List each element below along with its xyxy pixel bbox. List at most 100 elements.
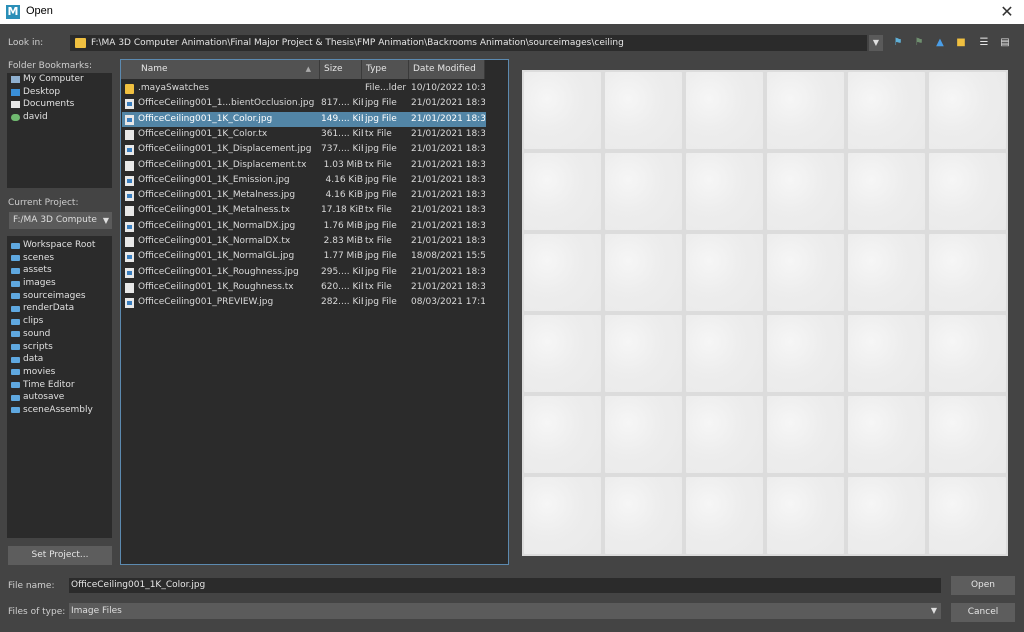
file-name-input[interactable]: OfficeCeiling001_1K_Color.jpg bbox=[69, 578, 941, 593]
ceiling-tile bbox=[605, 153, 682, 230]
current-project-select[interactable]: F:/MA 3D Compute ▼ bbox=[9, 212, 112, 229]
folder-icon bbox=[11, 318, 20, 325]
look-in-label: Look in: bbox=[8, 38, 44, 48]
workspace-item[interactable]: clips bbox=[7, 315, 112, 328]
bookmark-desktop[interactable]: Desktop bbox=[7, 86, 112, 99]
file-type: jpg File bbox=[365, 266, 397, 277]
set-project-button[interactable]: Set Project... bbox=[8, 546, 112, 565]
file-row[interactable]: OfficeCeiling001_1K_Metalness.tx 17.18 Ki… bbox=[122, 203, 486, 218]
file-name: OfficeCeiling001_1K_Roughness.jpg bbox=[138, 266, 299, 277]
workspace-item[interactable]: images bbox=[7, 277, 112, 290]
file-row[interactable]: OfficeCeiling001_1K_Displacement.tx 1.03 … bbox=[122, 158, 486, 173]
bookmark-my-computer[interactable]: My Computer bbox=[7, 73, 112, 86]
bookmark-david[interactable]: david bbox=[7, 111, 112, 124]
up-folder-icon[interactable]: ▲ bbox=[933, 36, 947, 50]
file-type-value: Image Files bbox=[71, 606, 122, 616]
file-date: 18/08/2021 15:57 bbox=[411, 251, 485, 262]
title-bar: M Open ✕ bbox=[0, 0, 1024, 24]
file-type: tx File bbox=[365, 236, 392, 246]
file-icon bbox=[125, 252, 134, 263]
file-type: tx File bbox=[365, 281, 392, 292]
workspace-item[interactable]: Time Editor bbox=[7, 379, 112, 392]
file-row[interactable]: OfficeCeiling001_1...bientOcclusion.jpg 8… bbox=[122, 96, 486, 111]
file-size: 620.... KiB bbox=[321, 281, 363, 292]
folder-icon bbox=[11, 407, 20, 414]
workspace-item[interactable]: assets bbox=[7, 264, 112, 277]
workspace-item[interactable]: scenes bbox=[7, 252, 112, 265]
file-icon bbox=[125, 191, 134, 202]
workspace-item[interactable]: sourceimages bbox=[7, 290, 112, 303]
file-type-select[interactable]: Image Files ▼ bbox=[69, 603, 941, 619]
file-list[interactable]: Name ▲ Size Type Date Modified .mayaSwatc… bbox=[120, 59, 509, 565]
file-type: tx File bbox=[365, 159, 392, 170]
workspace-item[interactable]: sceneAssembly bbox=[7, 404, 112, 417]
close-icon[interactable]: ✕ bbox=[990, 0, 1024, 24]
file-icon bbox=[125, 298, 134, 309]
file-type: jpg File bbox=[365, 98, 397, 109]
image-preview bbox=[522, 70, 1008, 556]
file-name: OfficeCeiling001_1K_Metalness.jpg bbox=[138, 190, 296, 201]
current-project-label: Current Project: bbox=[8, 198, 79, 208]
computer-icon bbox=[11, 76, 20, 83]
file-type: tx File bbox=[365, 205, 392, 216]
file-row[interactable]: OfficeCeiling001_1K_Color.tx 361.... KiB t… bbox=[122, 127, 486, 142]
bookmark-documents[interactable]: Documents bbox=[7, 98, 112, 111]
file-icon bbox=[125, 99, 134, 110]
column-type[interactable]: Type bbox=[362, 60, 409, 79]
file-date: 21/01/2021 18:33 bbox=[411, 113, 485, 124]
file-row[interactable]: OfficeCeiling001_PREVIEW.jpg 282.... KiB j… bbox=[122, 295, 486, 310]
workspace-item[interactable]: scripts bbox=[7, 341, 112, 354]
chevron-down-icon: ▼ bbox=[930, 606, 937, 615]
file-name: OfficeCeiling001_1K_NormalDX.tx bbox=[138, 236, 291, 246]
file-name: OfficeCeiling001_1K_Displacement.tx bbox=[138, 159, 307, 170]
ceiling-tile bbox=[929, 153, 1006, 230]
file-date: 21/01/2021 18:34 bbox=[411, 236, 485, 246]
back-icon[interactable]: ⚑ bbox=[891, 36, 905, 50]
file-type: jpg File bbox=[365, 220, 397, 231]
file-name: OfficeCeiling001_1...bientOcclusion.jpg bbox=[138, 98, 315, 109]
folder-icon bbox=[11, 293, 20, 300]
new-folder-icon[interactable]: ■ bbox=[954, 36, 968, 50]
file-row[interactable]: OfficeCeiling001_1K_Metalness.jpg 4.16 Ki… bbox=[122, 188, 486, 203]
file-date: 21/01/2021 18:34 bbox=[411, 174, 485, 185]
ceiling-tile bbox=[767, 396, 844, 473]
file-name: OfficeCeiling001_PREVIEW.jpg bbox=[138, 297, 274, 308]
workspace-item[interactable]: movies bbox=[7, 366, 112, 379]
workspace-item[interactable]: Workspace Root bbox=[7, 239, 112, 252]
file-icon bbox=[125, 129, 134, 140]
forward-icon[interactable]: ⚑ bbox=[912, 36, 926, 50]
file-row[interactable]: OfficeCeiling001_1K_NormalDX.tx 2.83 MiB t… bbox=[122, 234, 486, 249]
column-name[interactable]: Name ▲ bbox=[121, 60, 320, 79]
ceiling-tile bbox=[767, 234, 844, 311]
detail-view-icon[interactable]: ▤ bbox=[998, 36, 1012, 50]
open-button[interactable]: Open bbox=[951, 576, 1015, 595]
ceiling-tile bbox=[524, 153, 601, 230]
workspace-item[interactable]: sound bbox=[7, 328, 112, 341]
file-row[interactable]: OfficeCeiling001_1K_Color.jpg 149.... KiB… bbox=[122, 111, 486, 127]
workspace-item[interactable]: renderData bbox=[7, 302, 112, 315]
file-row[interactable]: OfficeCeiling001_1K_NormalDX.jpg 1.76 MiB… bbox=[122, 219, 486, 234]
file-name: OfficeCeiling001_1K_Displacement.jpg bbox=[138, 144, 312, 155]
file-icon bbox=[125, 175, 134, 186]
file-size: 1.77 MiB bbox=[323, 251, 363, 262]
cancel-button[interactable]: Cancel bbox=[951, 603, 1015, 622]
file-name: OfficeCeiling001_1K_Color.tx bbox=[138, 128, 268, 139]
ceiling-tile bbox=[929, 477, 1006, 554]
look-in-dropdown-arrow[interactable]: ▼ bbox=[869, 35, 883, 51]
file-row[interactable]: .mayaSwatches File...lder 10/10/2022 10:35 bbox=[122, 81, 486, 96]
workspace-item[interactable]: autosave bbox=[7, 391, 112, 404]
file-row[interactable]: OfficeCeiling001_1K_Displacement.jpg 737.… bbox=[122, 142, 486, 157]
ceiling-tile bbox=[524, 72, 601, 149]
column-size[interactable]: Size bbox=[320, 60, 362, 79]
list-view-icon[interactable]: ☰ bbox=[977, 36, 991, 50]
look-in-path-field[interactable]: F:\MA 3D Computer Animation\Final Major … bbox=[70, 35, 867, 51]
workspace-folder-list: Workspace Root scenes assets images sour… bbox=[7, 236, 112, 538]
file-row[interactable]: OfficeCeiling001_1K_Roughness.jpg 295....… bbox=[122, 265, 486, 280]
file-list-header: Name ▲ Size Type Date Modified bbox=[121, 60, 485, 79]
workspace-item[interactable]: data bbox=[7, 353, 112, 366]
folder-icon bbox=[11, 242, 20, 249]
column-date-modified[interactable]: Date Modified bbox=[409, 60, 485, 79]
file-row[interactable]: OfficeCeiling001_1K_NormalGL.jpg 1.77 MiB… bbox=[122, 249, 486, 264]
file-row[interactable]: OfficeCeiling001_1K_Roughness.tx 620.... … bbox=[122, 280, 486, 295]
file-row[interactable]: OfficeCeiling001_1K_Emission.jpg 4.16 KiB… bbox=[122, 173, 486, 188]
